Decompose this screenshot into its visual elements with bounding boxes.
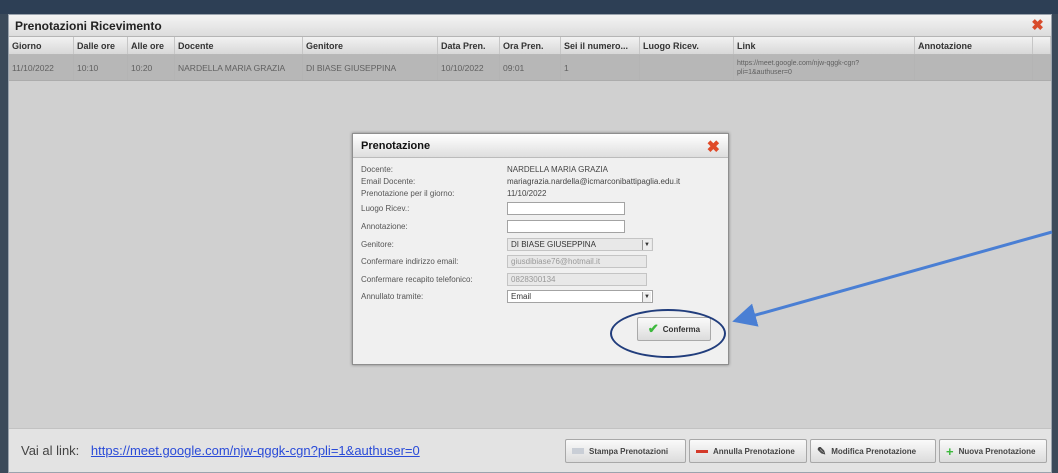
arrow-line <box>732 230 1053 327</box>
annotation-arrow <box>732 230 1053 327</box>
